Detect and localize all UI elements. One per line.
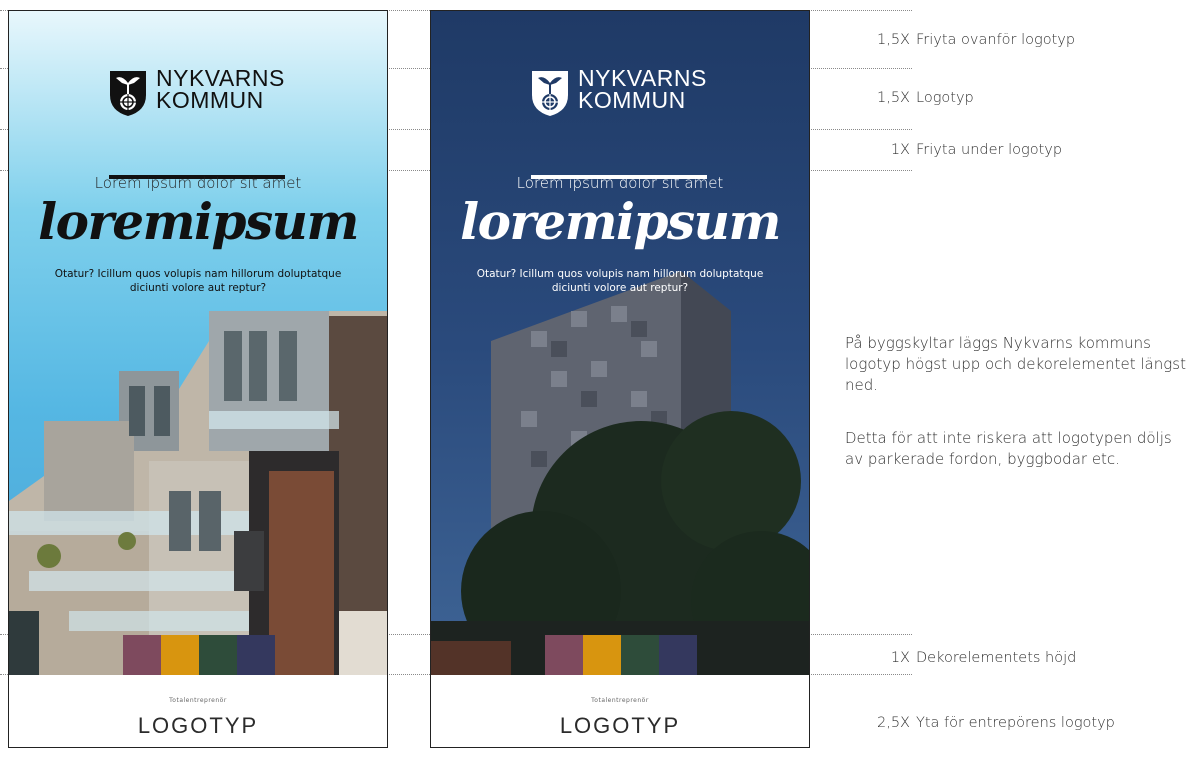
decor-swatch-4 <box>237 635 275 675</box>
contractor-area: Totalentreprenör LOGOTYP <box>9 675 387 747</box>
decor-swatch-2 <box>583 635 621 675</box>
annotation-contractor-area: 2,5X Yta för entrepörens logotyp <box>830 715 1185 731</box>
decor-swatch-1 <box>545 635 583 675</box>
logo-line-1: NYKVARNS <box>578 65 707 91</box>
decor-swatch-4 <box>659 635 697 675</box>
annotation-multiplier: 1,5X <box>877 32 910 48</box>
contractor-logo: LOGOTYP <box>137 713 259 738</box>
annotation-free-above: 1,5X Friyta ovanför logotyp <box>830 32 1185 48</box>
sign-title: loremipsum <box>460 192 781 251</box>
sign-light-variant: NYKVARNS KOMMUN Lorem ipsum dolor sit am… <box>8 10 388 748</box>
sign-dark-variant: NYKVARNS KOMMUN Lorem ipsum dolor sit am… <box>430 10 810 748</box>
annotation-label: Logotyp <box>916 90 974 106</box>
annotation-multiplier: 1,5X <box>877 90 910 106</box>
coat-of-arms-icon <box>532 71 568 116</box>
description-paragraph-2: Detta för att inte riskera att logotypen… <box>845 429 1172 468</box>
contractor-label: Totalentreprenör <box>591 697 649 704</box>
logo-line-2: KOMMUN <box>156 87 264 113</box>
decor-element <box>545 635 697 675</box>
description-paragraph-1: På byggskyltar läggs Nykvarns kommuns lo… <box>845 334 1186 394</box>
municipality-logo: NYKVARNS KOMMUN <box>431 65 809 179</box>
annotation-multiplier: 1X <box>890 650 910 666</box>
annotation-free-below: 1X Friyta under logotyp <box>830 142 1185 158</box>
sign-body-text: Otatur? Icillum quos volupis nam hilloru… <box>54 268 342 294</box>
decor-swatch-3 <box>621 635 659 675</box>
contractor-area: Totalentreprenör LOGOTYP <box>431 675 809 747</box>
annotation-multiplier: 2,5X <box>877 715 910 731</box>
annotation-label: Dekorelementets höjd <box>916 650 1077 666</box>
municipality-logo: NYKVARNS KOMMUN <box>9 65 387 179</box>
logo-line-2: KOMMUN <box>578 87 686 113</box>
annotation-label: Yta för entrepörens logotyp <box>916 715 1115 731</box>
decor-element <box>123 635 275 675</box>
annotation-label: Friyta ovanför logotyp <box>916 32 1076 48</box>
contractor-label: Totalentreprenör <box>169 697 227 704</box>
contractor-logo: LOGOTYP <box>559 713 681 738</box>
sign-body-text: Otatur? Icillum quos volupis nam hilloru… <box>476 268 764 294</box>
annotation-multiplier: 1X <box>890 142 910 158</box>
decor-swatch-3 <box>199 635 237 675</box>
annotation-logo: 1,5X Logotyp <box>830 90 1185 106</box>
annotation-decor-height: 1X Dekorelementets höjd <box>830 650 1185 666</box>
coat-of-arms-icon <box>110 71 146 116</box>
decor-swatch-2 <box>161 635 199 675</box>
logo-line-1: NYKVARNS <box>156 65 285 91</box>
decor-swatch-1 <box>123 635 161 675</box>
sign-title: loremipsum <box>38 192 359 251</box>
annotation-label: Friyta under logotyp <box>916 142 1063 158</box>
